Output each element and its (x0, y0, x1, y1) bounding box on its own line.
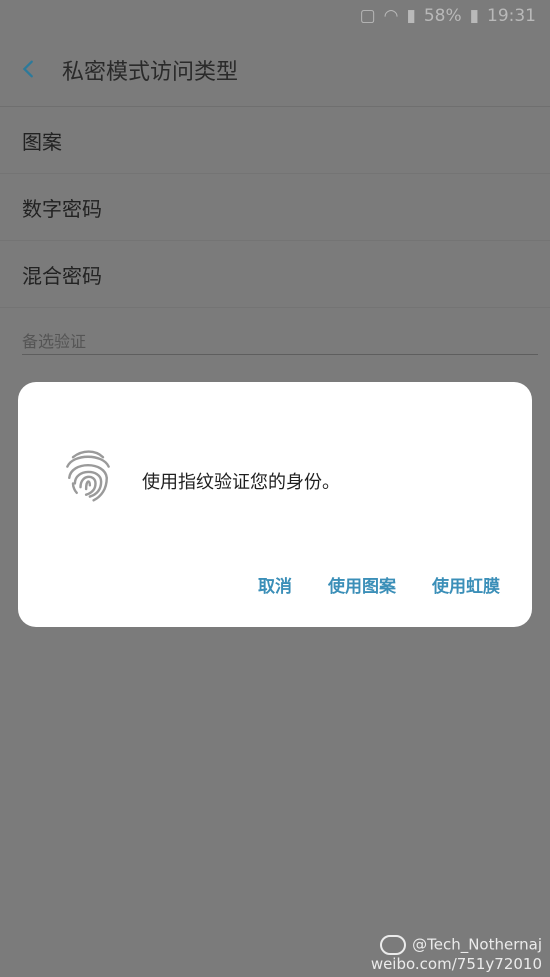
use-pattern-button[interactable]: 使用图案 (328, 572, 396, 597)
list-item-label: 数字密码 (22, 196, 102, 221)
weibo-logo-icon (380, 935, 407, 955)
use-iris-button[interactable]: 使用虹膜 (432, 572, 500, 597)
back-arrow-icon[interactable] (18, 58, 40, 80)
list-item-label: 混合密码 (22, 263, 102, 288)
list-item[interactable]: 混合密码 (0, 241, 550, 308)
status-time: 19:31 (487, 6, 536, 26)
signal-icon: ▮ (406, 6, 416, 26)
watermark-url: weibo.com/751y72010 (370, 955, 542, 973)
access-type-list: 图案 数字密码 混合密码 (0, 107, 550, 308)
watermark: @Tech_Nothernaj weibo.com/751y72010 (371, 935, 542, 973)
fingerprint-dialog: 使用指纹验证您的身份。 取消 使用图案 使用虹膜 (18, 382, 532, 627)
battery-icon: ▮ (469, 6, 479, 26)
page-title: 私密模式访问类型 (62, 60, 239, 85)
watermark-handle: @Tech_Nothernaj (412, 935, 542, 954)
wifi-icon: ◠ (383, 6, 399, 26)
section-header: 备选验证 (22, 328, 538, 355)
status-icons: ▢ ◠ ▮ 58% ▮ 19:31 (360, 6, 536, 26)
list-item[interactable]: 数字密码 (0, 174, 550, 241)
app-bar: 私密模式访问类型 (0, 34, 550, 107)
cancel-button[interactable]: 取消 (258, 572, 292, 597)
dialog-actions: 取消 使用图案 使用虹膜 (258, 572, 500, 597)
hidden-list-item-fragment (22, 372, 62, 382)
list-item[interactable]: 图案 (0, 107, 550, 174)
dialog-message: 使用指纹验证您的身份。 (142, 472, 340, 493)
fingerprint-icon (66, 450, 110, 502)
battery-percent: 58% (423, 6, 462, 26)
notification-icon: ▢ (359, 6, 376, 26)
status-bar: ▢ ◠ ▮ 58% ▮ 19:31 (0, 0, 550, 34)
list-item-label: 图案 (22, 129, 62, 154)
